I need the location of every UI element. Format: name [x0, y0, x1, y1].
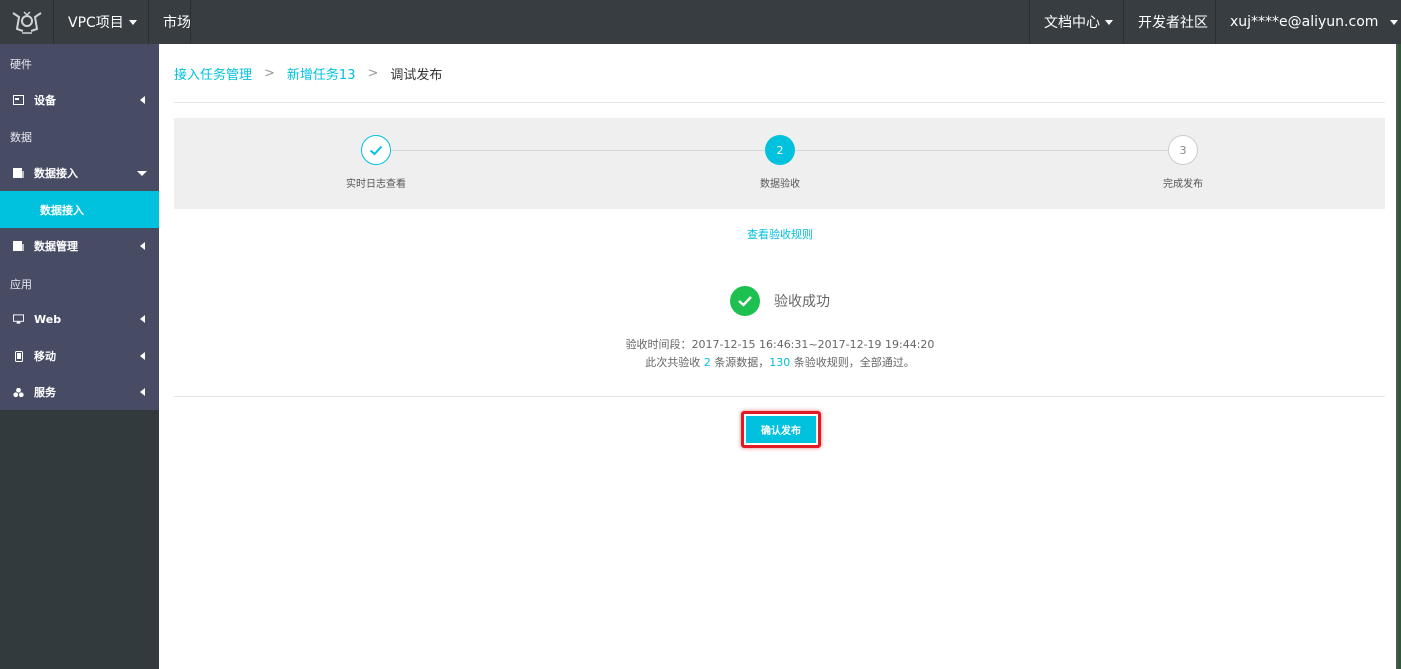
user-label: xuj****e@aliyun.com [1230, 14, 1379, 30]
result-divider [174, 396, 1385, 397]
project-label: VPC项目 [68, 15, 124, 31]
sidebar-item-web[interactable]: Web [0, 301, 159, 337]
breadcrumb-task-mgmt[interactable]: 接入任务管理 [174, 64, 252, 83]
logo[interactable] [0, 0, 53, 44]
breadcrumb-separator: > [264, 65, 275, 81]
period-value: 2017-12-15 16:46:31~2017-12-19 19:44:20 [691, 338, 935, 351]
summary-suffix: 条验收规则，全部通过。 [793, 356, 915, 369]
chevron-down-icon [137, 170, 147, 176]
nav-divider [190, 0, 191, 44]
sidebar-item-data-mgmt[interactable]: 数据管理 [0, 228, 159, 264]
monitor-icon [13, 314, 24, 325]
sidebar-item-service[interactable]: 服务 [0, 374, 159, 410]
sidebar-subitem-data-access[interactable]: 数据接入 [0, 191, 159, 228]
step-3-circle: 3 [1168, 135, 1198, 165]
chevron-left-icon [140, 96, 145, 104]
source-count: 2 [703, 356, 711, 369]
database-icon [13, 168, 24, 179]
step-3-label: 完成发布 [1163, 179, 1203, 190]
chevron-left-icon [140, 352, 145, 360]
sidebar: 硬件 设备 数据 数据接入 数据接入 数据管理 应用 Web 移动 服务 [0, 44, 159, 669]
step-connector [795, 150, 1168, 151]
rule-count: 130 [769, 356, 791, 369]
user-dropdown[interactable]: xuj****e@aliyun.com [1215, 0, 1401, 44]
sidebar-item-device[interactable]: 设备 [0, 82, 159, 118]
sidebar-item-label: 数据管理 [34, 240, 78, 253]
sidebar-item-label: 数据接入 [34, 167, 78, 180]
view-rules-link[interactable]: 查看验收规则 [747, 226, 813, 242]
breadcrumb-current: 调试发布 [390, 67, 443, 83]
chevron-left-icon [140, 315, 145, 323]
market-link[interactable]: 市场 [148, 0, 205, 44]
database-icon [13, 241, 24, 252]
breadcrumb-new-task[interactable]: 新增任务13 [287, 64, 356, 83]
step-2-label: 数据验收 [760, 179, 800, 190]
step-connector [391, 150, 765, 151]
period-label: 验收时间段： [625, 338, 692, 351]
market-label: 市场 [163, 15, 191, 31]
chevron-left-icon [140, 242, 145, 250]
sidebar-section-data: 数据 [10, 131, 32, 144]
device-icon [13, 95, 24, 106]
breadcrumb-divider [174, 102, 1385, 103]
validation-period: 验收时间段：2017-12-15 16:46:31~2017-12-19 19:… [626, 336, 935, 352]
confirm-publish-button[interactable]: 确认发布 [746, 416, 816, 443]
logo-icon [11, 11, 42, 34]
community-label: 开发者社区 [1138, 15, 1208, 31]
sidebar-item-label: 移动 [34, 350, 56, 363]
breadcrumb-separator: > [367, 65, 379, 81]
validation-result: 验收成功 [730, 286, 830, 316]
step-1-label: 实时日志查看 [346, 179, 406, 190]
top-navbar: VPC项目 市场 文档中心 开发者社区 xuj****e@aliyun.com [0, 0, 1401, 44]
step-2-circle: 2 [765, 135, 795, 165]
check-icon [369, 145, 383, 155]
community-link[interactable]: 开发者社区 [1123, 0, 1222, 44]
cubes-icon [13, 387, 24, 398]
summary-mid: 条源数据， [714, 356, 770, 369]
confirm-button-highlight: 确认发布 [741, 411, 821, 448]
project-dropdown[interactable]: VPC项目 [53, 0, 151, 44]
mobile-icon [13, 350, 24, 362]
success-title: 验收成功 [774, 294, 830, 310]
sidebar-item-mobile[interactable]: 移动 [0, 338, 159, 374]
step-progress: 实时日志查看 2 数据验收 3 完成发布 [174, 118, 1385, 209]
chevron-down-icon [128, 19, 137, 25]
sidebar-item-data-access[interactable]: 数据接入 [0, 155, 159, 191]
sidebar-section-app: 应用 [10, 278, 32, 291]
chevron-down-icon [1105, 19, 1113, 25]
docs-label: 文档中心 [1044, 15, 1100, 31]
breadcrumb: 接入任务管理 > 新增任务13 > 调试发布 [174, 62, 442, 84]
sidebar-item-label: 设备 [34, 94, 56, 107]
summary-prefix: 此次共验收 [645, 356, 701, 369]
chevron-down-icon [1390, 19, 1399, 25]
sidebar-nav: 硬件 设备 数据 数据接入 数据接入 数据管理 应用 Web 移动 服务 [0, 44, 159, 410]
sidebar-item-label: Web [34, 312, 62, 326]
validation-summary: 此次共验收 2 条源数据，130 条验收规则，全部通过。 [645, 354, 915, 370]
docs-dropdown[interactable]: 文档中心 [1029, 0, 1127, 44]
chevron-left-icon [140, 388, 145, 396]
success-icon [730, 286, 760, 316]
step-1-circle [361, 135, 391, 165]
sidebar-item-label: 服务 [34, 386, 56, 399]
sidebar-section-hardware: 硬件 [10, 58, 32, 71]
